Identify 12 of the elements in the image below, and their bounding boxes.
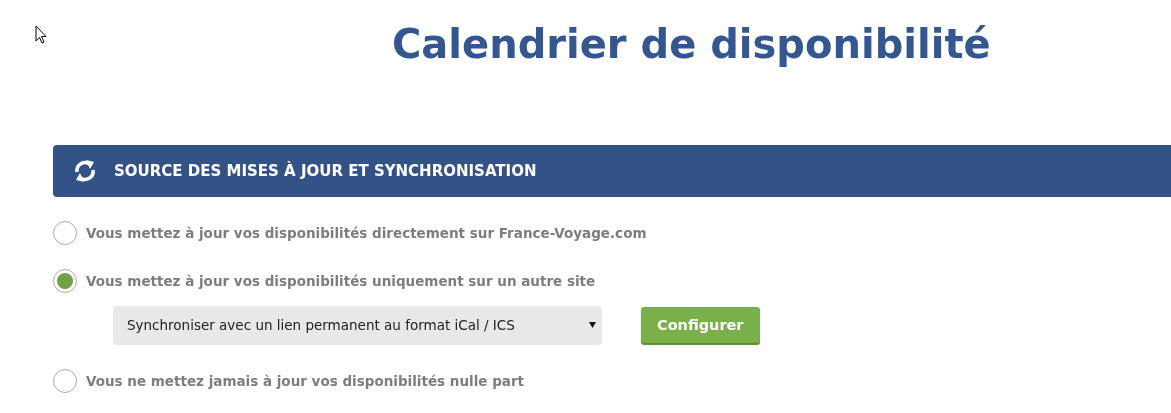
sync-icon bbox=[73, 158, 97, 184]
section-title: SOURCE DES MISES À JOUR ET SYNCHRONISATION bbox=[114, 162, 537, 180]
option-label: Vous mettez à jour vos disponibilités directement sur France-Voyage.com bbox=[86, 225, 647, 241]
option-label: Vous mettez à jour vos disponibilités uniquement sur un autre site bbox=[86, 273, 596, 289]
caret-icon bbox=[589, 322, 596, 328]
radio-button[interactable] bbox=[53, 221, 77, 245]
option-label: Vous ne mettez jamais à jour vos disponibilités nulle part bbox=[86, 373, 525, 389]
radio-button[interactable] bbox=[53, 269, 77, 293]
page-title: Calendrier de disponibilité bbox=[392, 20, 991, 69]
radio-button[interactable] bbox=[53, 369, 77, 393]
cursor-icon bbox=[35, 25, 47, 44]
sync-dropdown[interactable]: Synchroniser avec un lien permanent au format iCal / ICS bbox=[113, 305, 602, 345]
